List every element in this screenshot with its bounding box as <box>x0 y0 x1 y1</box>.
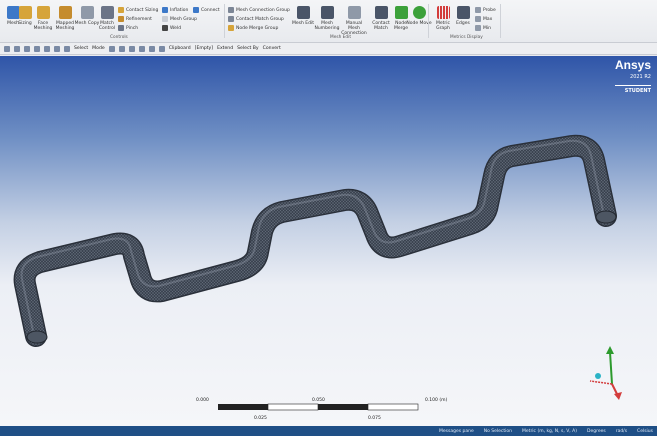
weld-icon <box>162 25 168 31</box>
controls-group-label: Controls <box>110 35 128 40</box>
refinement-button[interactable]: Refinement <box>118 16 152 22</box>
pipe-end-cap <box>26 330 48 344</box>
match-control-icon <box>100 6 114 19</box>
mesh-numbering-button[interactable]: Mesh Numbering <box>314 6 340 31</box>
scale-label: 0.050 <box>312 397 325 403</box>
metric-graph-icon <box>436 6 450 19</box>
select-node-icon[interactable] <box>148 45 155 52</box>
select-cursor-icon[interactable] <box>4 45 10 52</box>
select-body-icon[interactable] <box>138 45 145 52</box>
scale-bar: 0.000 0.050 0.100 (m) 0.025 0.075 <box>196 397 447 421</box>
zoom-in-icon[interactable] <box>34 45 40 52</box>
mesh-edit-group-label: Mesh Edit <box>330 35 351 40</box>
pinch-button[interactable]: Pinch <box>118 25 138 31</box>
contact-sizing-icon <box>118 7 124 13</box>
min-icon <box>475 25 481 31</box>
inflation-icon <box>162 7 168 13</box>
zoom-out-icon[interactable] <box>44 45 50 52</box>
mesh-connection-group-icon <box>228 7 234 13</box>
contact-match-group-icon <box>228 16 234 22</box>
node-move-icon <box>412 6 426 19</box>
convert-dropdown[interactable]: Convert <box>263 46 281 51</box>
manual-mesh-connection-icon <box>347 6 361 19</box>
manual-mesh-connection-button[interactable]: Manual Mesh Connection <box>341 6 367 36</box>
graphics-toolbar: Select Mode Clipboard [Empty] Extend Sel… <box>0 43 657 55</box>
extend-dropdown[interactable]: Extend <box>217 46 233 51</box>
mesh-edit-icon <box>296 6 310 19</box>
refinement-icon <box>118 16 124 22</box>
select-element-icon[interactable] <box>158 45 165 52</box>
node-merge-group-icon <box>228 25 234 31</box>
select-by-dropdown[interactable]: Select By <box>237 46 259 51</box>
status-bar: Messages pane No Selection Metric (m, kg… <box>0 426 657 436</box>
min-button[interactable]: Min <box>475 25 491 31</box>
ribbon: Mesh Sizing Face Meshing Mapped Meshing … <box>0 0 657 43</box>
connect-icon <box>193 7 199 13</box>
pipe-end-cap <box>595 210 617 224</box>
edges-button[interactable]: Edges <box>450 6 476 26</box>
pan-icon[interactable] <box>14 45 20 52</box>
contact-sizing-button[interactable]: Contact Sizing <box>118 7 158 13</box>
inflation-button[interactable]: Inflation <box>162 7 188 13</box>
metrics-display-group-label: Metrics Display <box>450 35 483 40</box>
rotate-icon[interactable] <box>24 45 30 52</box>
scale-label: 0.025 <box>254 415 267 421</box>
mesh-numbering-icon <box>320 6 334 19</box>
mesh-group-button[interactable]: Mesh Group <box>162 16 197 22</box>
pinch-icon <box>118 25 124 31</box>
select-face-icon[interactable] <box>128 45 135 52</box>
rotational-unit[interactable]: rad/s <box>616 429 627 434</box>
weld-button[interactable]: Weld <box>162 25 181 31</box>
select-button[interactable]: Select <box>74 46 88 51</box>
connect-button[interactable]: Connect <box>193 7 220 13</box>
mode-dropdown[interactable]: Mode <box>92 46 105 51</box>
match-control-button[interactable]: Match Control <box>94 6 120 31</box>
selection-status: No Selection <box>483 428 513 434</box>
max-button[interactable]: Max <box>475 16 492 22</box>
probe-icon <box>475 7 481 13</box>
messages-pane-link[interactable]: Messages pane <box>439 429 474 434</box>
select-edge-icon[interactable] <box>118 45 125 52</box>
scale-label: 0.100 (m) <box>425 397 447 403</box>
mesh-edit-button[interactable]: Mesh Edit <box>290 6 316 26</box>
empty-selection: [Empty] <box>194 46 214 51</box>
mesh-model: 0.000 0.050 0.100 (m) 0.025 0.075 <box>13 134 622 421</box>
mesh-surface <box>15 136 616 346</box>
contact-match-group-button[interactable]: Contact Match Group <box>228 16 284 22</box>
temperature-unit[interactable]: Celsius <box>637 429 653 434</box>
zoom-fit-icon[interactable] <box>54 45 60 52</box>
contact-match-icon <box>374 6 388 19</box>
face-meshing-icon <box>36 6 50 19</box>
ribbon-separator <box>428 4 429 38</box>
mesh-copy-icon <box>80 6 94 19</box>
select-vertex-icon[interactable] <box>108 45 115 52</box>
scale-label: 0.000 <box>196 397 209 403</box>
graphics-viewport[interactable]: Ansys 2021 R2 STUDENT 0.000 0.050 0.100 … <box>0 56 657 426</box>
max-icon <box>475 16 481 22</box>
node-merge-group-button[interactable]: Node Merge Group <box>228 25 278 31</box>
scale-label: 0.075 <box>368 415 381 421</box>
angle-unit[interactable]: Degrees <box>587 429 606 434</box>
triad[interactable] <box>589 346 622 400</box>
probe-button[interactable]: Probe <box>475 7 496 13</box>
ribbon-separator <box>224 4 225 38</box>
mapped-meshing-icon <box>58 6 72 19</box>
mesh-group-icon <box>162 16 168 22</box>
zoom-box-icon[interactable] <box>64 45 70 52</box>
edges-icon <box>456 6 470 19</box>
unit-system[interactable]: Metric (m, kg, N, s, V, A) <box>522 429 577 434</box>
ribbon-separator <box>500 4 501 38</box>
mesh-connection-group-button[interactable]: Mesh Connection Group <box>228 7 290 13</box>
clipboard-dropdown[interactable]: Clipboard <box>169 46 191 51</box>
